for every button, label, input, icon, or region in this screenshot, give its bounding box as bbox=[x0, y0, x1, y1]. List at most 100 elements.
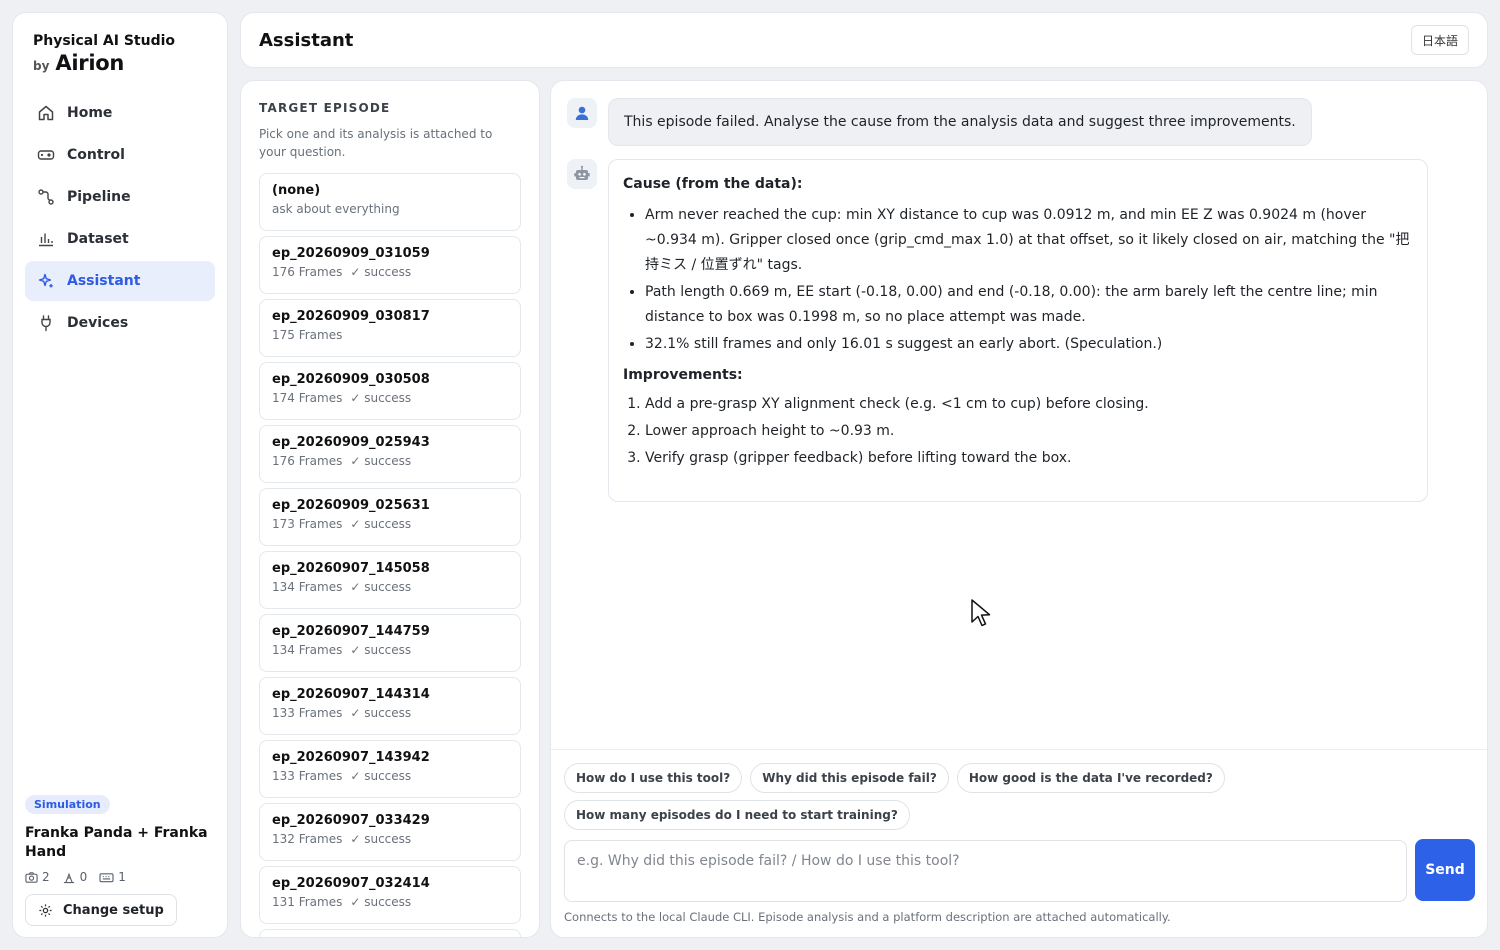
episode-item[interactable]: ep_20260907_033429 132 Frames ✓ success bbox=[259, 803, 521, 861]
suggestion-chip[interactable]: How do I use this tool? bbox=[564, 763, 743, 793]
chat-input[interactable] bbox=[564, 840, 1407, 902]
episode-frames: 173 Frames bbox=[272, 517, 343, 531]
episode-meta: 132 Frames ✓ success bbox=[272, 832, 508, 846]
camera-count-value: 2 bbox=[42, 870, 50, 884]
episode-meta: 133 Frames ✓ success bbox=[272, 769, 508, 783]
suggestion-chips: How do I use this tool? Why did this epi… bbox=[564, 763, 1264, 830]
nav-label-assistant: Assistant bbox=[67, 273, 141, 289]
robot-count-value: 0 bbox=[79, 870, 88, 884]
language-toggle-button[interactable]: 日本語 bbox=[1410, 25, 1469, 55]
simulation-badge: Simulation bbox=[25, 795, 110, 814]
episode-item[interactable]: ep_20260909_025943 176 Frames ✓ success bbox=[259, 425, 521, 483]
nav-item-home[interactable]: Home bbox=[25, 93, 215, 133]
episode-item[interactable]: ep_20260909_031059 176 Frames ✓ success bbox=[259, 236, 521, 294]
pipeline-icon bbox=[37, 188, 55, 206]
episode-item[interactable]: ep_20260907_032414 131 Frames ✓ success bbox=[259, 866, 521, 924]
improvements-list: Add a pre-grasp XY alignment check (e.g.… bbox=[623, 393, 1413, 469]
episode-frames: 131 Frames bbox=[272, 895, 343, 909]
episode-frames: 134 Frames bbox=[272, 580, 343, 594]
nav-item-pipeline[interactable]: Pipeline bbox=[25, 177, 215, 217]
mouse-cursor-icon bbox=[970, 598, 992, 632]
brand-title: Physical AI Studio bbox=[33, 33, 176, 49]
episode-item[interactable]: ep_20260909_025631 173 Frames ✓ success bbox=[259, 488, 521, 546]
robot-arm-icon bbox=[63, 872, 74, 883]
nav-label-home: Home bbox=[67, 105, 113, 121]
nav-item-assistant[interactable]: Assistant bbox=[25, 261, 215, 301]
brand-by: by bbox=[33, 59, 50, 73]
episode-item[interactable]: ep_20260909_030817 175 Frames bbox=[259, 299, 521, 357]
improvement-item: Add a pre-grasp XY alignment check (e.g.… bbox=[645, 393, 1413, 415]
episode-item[interactable]: ep_20260907_144314 133 Frames ✓ success bbox=[259, 677, 521, 735]
change-setup-label: Change setup bbox=[63, 902, 164, 918]
cause-point: Arm never reached the cup: min XY distan… bbox=[645, 203, 1413, 278]
sidebar: Physical AI Studio by Airion Home Contro… bbox=[12, 12, 228, 938]
nav-label-dataset: Dataset bbox=[67, 231, 129, 247]
assistant-reply: Cause (from the data): Arm never reached… bbox=[608, 159, 1428, 502]
episode-status: ✓ success bbox=[350, 706, 412, 720]
suggestion-chip[interactable]: How many episodes do I need to start tra… bbox=[564, 800, 910, 830]
target-episode-panel: TARGET EPISODE Pick one and its analysis… bbox=[240, 80, 540, 938]
robot-name: Franka Panda + Franka Hand bbox=[25, 825, 208, 860]
home-icon bbox=[37, 104, 55, 122]
episode-status: ✓ success bbox=[350, 391, 412, 405]
improvements-heading: Improvements: bbox=[623, 367, 743, 383]
sidebar-nav: Home Control Pipeline Dataset Assistant bbox=[25, 93, 215, 345]
assistant-avatar bbox=[567, 159, 597, 189]
episode-meta: 176 Frames ✓ success bbox=[272, 454, 508, 468]
composer-footnote: Connects to the local Claude CLI. Episod… bbox=[564, 910, 1171, 924]
episode-status: ✓ success bbox=[350, 643, 412, 657]
episode-name: ep_20260907_033429 bbox=[272, 813, 430, 828]
suggestion-chip[interactable]: Why did this episode fail? bbox=[750, 763, 949, 793]
episode-meta: ask about everything bbox=[272, 202, 508, 216]
episode-item[interactable]: ep_20260907_144759 134 Frames ✓ success bbox=[259, 614, 521, 672]
robot-icon bbox=[574, 165, 590, 180]
cause-heading: Cause (from the data): bbox=[623, 176, 803, 192]
user-icon bbox=[575, 106, 589, 120]
sparkle-icon bbox=[37, 272, 55, 290]
episode-frames: ask about everything bbox=[272, 202, 400, 216]
nav-item-control[interactable]: Control bbox=[25, 135, 215, 175]
episode-status: ✓ success bbox=[350, 580, 412, 594]
episode-status: ✓ success bbox=[350, 265, 412, 279]
robot-count: 0 bbox=[62, 870, 88, 884]
episode-name: ep_20260907_144759 bbox=[272, 624, 430, 639]
improvement-item: Verify grasp (gripper feedback) before l… bbox=[645, 447, 1413, 469]
episode-item[interactable]: ep_20260909_030508 174 Frames ✓ success bbox=[259, 362, 521, 420]
episode-status: ✓ success bbox=[350, 454, 412, 468]
episode-item[interactable]: ep_20260907_145058 134 Frames ✓ success bbox=[259, 551, 521, 609]
episode-frames: 174 Frames bbox=[272, 391, 343, 405]
episode-frames: 132 Frames bbox=[272, 832, 343, 846]
chat-panel: This episode failed. Analyse the cause f… bbox=[550, 80, 1488, 938]
episode-meta: 134 Frames ✓ success bbox=[272, 643, 508, 657]
episode-name: ep_20260907_144314 bbox=[272, 687, 430, 702]
nav-item-dataset[interactable]: Dataset bbox=[25, 219, 215, 259]
controller-count: 1 bbox=[99, 870, 126, 884]
episode-name: ep_20260907_032414 bbox=[272, 876, 430, 891]
send-button[interactable]: Send bbox=[1415, 839, 1475, 901]
nav-label-control: Control bbox=[67, 147, 125, 163]
cause-point: Path length 0.669 m, EE start (-0.18, 0.… bbox=[645, 280, 1413, 330]
nav-label-devices: Devices bbox=[67, 315, 129, 331]
brand: Physical AI Studio by Airion bbox=[33, 33, 175, 75]
gamepad-icon bbox=[37, 146, 55, 164]
episode-meta: 133 Frames ✓ success bbox=[272, 706, 508, 720]
episode-name: ep_20260909_030817 bbox=[272, 309, 430, 324]
episode-meta: 175 Frames bbox=[272, 328, 508, 342]
episode-frames: 175 Frames bbox=[272, 328, 343, 342]
chat-composer: How do I use this tool? Why did this epi… bbox=[551, 749, 1487, 937]
device-counts: 2 0 1 bbox=[25, 870, 215, 884]
episode-name: ep_20260909_030508 bbox=[272, 372, 430, 387]
cause-list: Arm never reached the cup: min XY distan… bbox=[623, 203, 1413, 357]
episode-name: ep_20260907_145058 bbox=[272, 561, 430, 576]
episode-meta: 174 Frames ✓ success bbox=[272, 391, 508, 405]
episode-status: ✓ success bbox=[350, 895, 412, 909]
episode-item-partial[interactable] bbox=[259, 929, 521, 937]
episode-item[interactable]: ep_20260907_143942 133 Frames ✓ success bbox=[259, 740, 521, 798]
suggestion-chip[interactable]: How good is the data I've recorded? bbox=[956, 763, 1225, 793]
episode-item-none[interactable]: (none) ask about everything bbox=[259, 173, 521, 231]
episode-meta: 134 Frames ✓ success bbox=[272, 580, 508, 594]
change-setup-button[interactable]: Change setup bbox=[25, 894, 177, 926]
nav-item-devices[interactable]: Devices bbox=[25, 303, 215, 343]
keyboard-icon bbox=[99, 872, 114, 882]
episode-name: ep_20260909_025631 bbox=[272, 498, 430, 513]
